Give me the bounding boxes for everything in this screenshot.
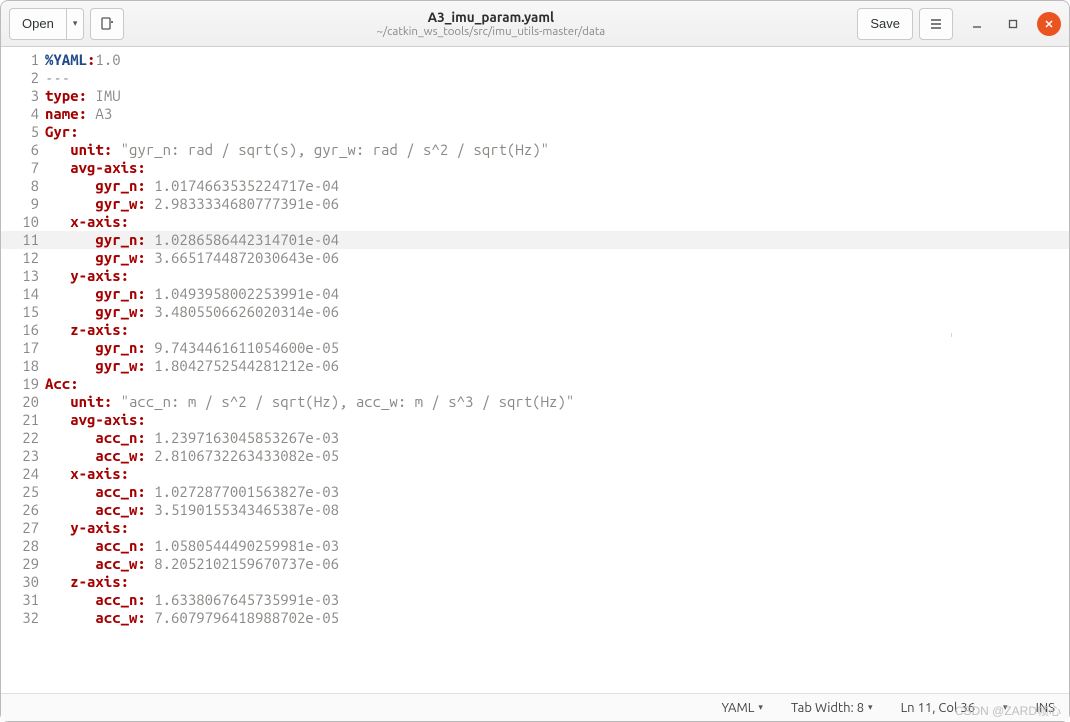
line-number: 7 — [1, 159, 45, 177]
line-number: 29 — [1, 555, 45, 573]
line-number: 19 — [1, 375, 45, 393]
tab-width-selector[interactable]: Tab Width: 8 ▾ — [791, 701, 873, 715]
chevron-down-icon: ▾ — [73, 18, 78, 29]
line-number: 24 — [1, 465, 45, 483]
line-number: 22 — [1, 429, 45, 447]
open-dropdown-button[interactable]: ▾ — [66, 8, 85, 40]
open-button-group: Open ▾ — [9, 8, 84, 40]
line-number: 2 — [1, 69, 45, 87]
line-number: 13 — [1, 267, 45, 285]
line-number: 28 — [1, 537, 45, 555]
minimize-button[interactable] — [965, 12, 989, 36]
line-number: 10 — [1, 213, 45, 231]
maximize-button[interactable] — [1001, 12, 1025, 36]
window-title: A3_imu_param.yaml — [130, 9, 851, 25]
chevron-down-icon: ▾ — [758, 702, 763, 713]
line-number: 21 — [1, 411, 45, 429]
language-selector[interactable]: YAML ▾ — [721, 701, 763, 715]
line-number: 31 — [1, 591, 45, 609]
line-number: 25 — [1, 483, 45, 501]
window-subtitle: ~/catkin_ws_tools/src/imu_utils-master/d… — [130, 25, 851, 39]
open-button[interactable]: Open — [9, 8, 66, 40]
insert-mode[interactable]: INS — [1036, 701, 1055, 715]
line-number: 20 — [1, 393, 45, 411]
line-number: 1 — [1, 51, 45, 69]
hamburger-menu-button[interactable] — [919, 8, 953, 40]
line-number: 12 — [1, 249, 45, 267]
line-number: 15 — [1, 303, 45, 321]
title-area: A3_imu_param.yaml ~/catkin_ws_tools/src/… — [130, 9, 851, 39]
line-number: 6 — [1, 141, 45, 159]
cursor-position[interactable]: Ln 11, Col 36 — [901, 701, 975, 715]
line-number: 11 — [1, 231, 45, 249]
line-number: 16 — [1, 321, 45, 339]
line-number: 27 — [1, 519, 45, 537]
line-number: 30 — [1, 573, 45, 591]
hamburger-icon — [929, 17, 943, 31]
header-bar: Open ▾ A3_imu_param.yaml ~/catkin_ws_too… — [1, 1, 1069, 47]
minimize-icon — [972, 19, 982, 29]
maximize-icon — [1008, 19, 1018, 29]
line-number: 3 — [1, 87, 45, 105]
line-number: 18 — [1, 357, 45, 375]
line-number: 8 — [1, 177, 45, 195]
status-bar: YAML ▾ Tab Width: 8 ▾ Ln 11, Col 36 ▾ IN… — [1, 693, 1069, 721]
line-number: 23 — [1, 447, 45, 465]
text-cursor-icon — [951, 327, 952, 343]
chevron-down-icon: ▾ — [1003, 702, 1008, 713]
close-button[interactable] — [1037, 12, 1061, 36]
line-number: 26 — [1, 501, 45, 519]
new-document-icon — [99, 16, 115, 32]
line-number: 5 — [1, 123, 45, 141]
line-number: 17 — [1, 339, 45, 357]
chevron-down-icon: ▾ — [868, 702, 873, 713]
save-button[interactable]: Save — [857, 8, 913, 40]
line-number: 32 — [1, 609, 45, 627]
line-number: 14 — [1, 285, 45, 303]
new-tab-button[interactable] — [90, 8, 124, 40]
line-number: 9 — [1, 195, 45, 213]
line-number: 4 — [1, 105, 45, 123]
text-editor[interactable]: 1%YAML:1.0 2--- 3type: IMU 4name: A3 5Gy… — [1, 47, 1069, 693]
close-icon — [1044, 19, 1054, 29]
